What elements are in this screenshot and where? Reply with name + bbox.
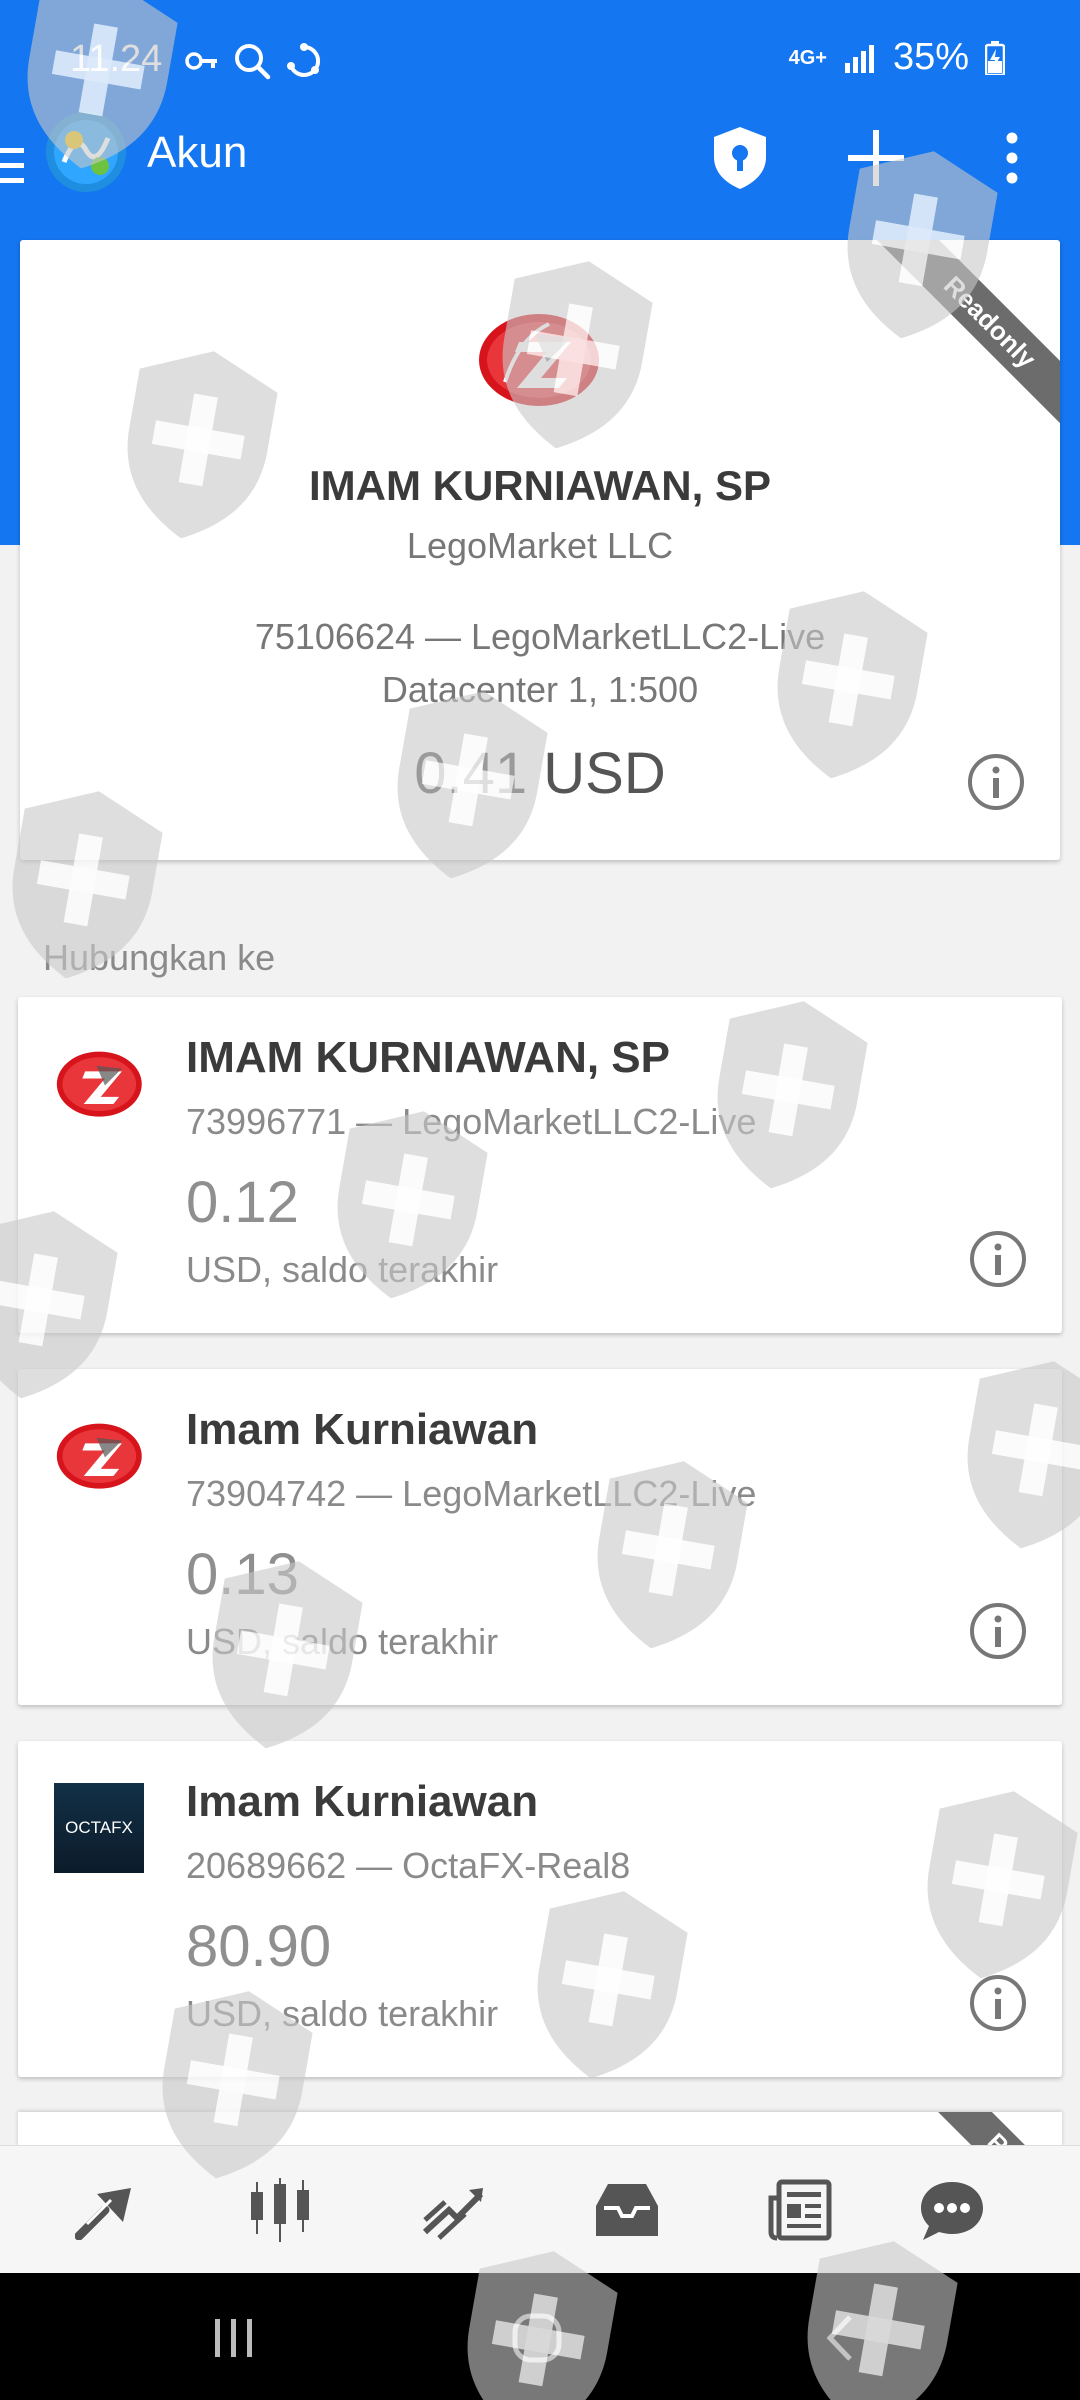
add-account-button[interactable] <box>836 118 916 198</box>
account-name: Imam Kurniawan <box>186 1777 539 1826</box>
status-bar: 11.24 4G+ 35% <box>0 0 1080 120</box>
quotes-tab[interactable] <box>68 2174 148 2246</box>
chat-tab[interactable] <box>912 2174 992 2246</box>
chat-icon <box>921 2182 983 2240</box>
trade-icon <box>422 2188 484 2240</box>
account-balance: 80.90 <box>186 1914 332 1979</box>
more-vert-icon <box>1006 132 1018 184</box>
news-icon <box>768 2179 832 2241</box>
battery-charging-icon <box>985 40 1005 75</box>
more-options-button[interactable] <box>972 118 1052 198</box>
app-bar: Akun <box>0 108 1080 228</box>
recent-apps-icon <box>215 2319 252 2357</box>
balance-caption: USD, saldo terakhir <box>186 1993 499 2034</box>
page-title: Akun <box>147 128 248 177</box>
account-number: 73904742 — LegoMarketLLC2-Live <box>186 1473 757 1514</box>
home-icon <box>512 2313 562 2363</box>
legomarket-logo <box>56 1423 142 1489</box>
bottom-toolbar <box>0 2145 1080 2274</box>
account-balance: 0.13 <box>186 1542 299 1607</box>
menu-icon[interactable] <box>0 136 30 196</box>
legomarket-logo <box>479 314 599 406</box>
account-balance: 0.41 USD <box>414 741 666 806</box>
status-time: 11.24 <box>70 38 163 80</box>
current-account-card[interactable]: Readonly IMAM KURNIAWAN, SP LegoMarket L… <box>20 240 1060 860</box>
signal-icon <box>844 44 874 73</box>
account-item[interactable]: OCTAFX Imam Kurniawan 20689662 — OctaFX-… <box>18 1741 1062 2077</box>
account-details: 75106624 — LegoMarketLLC2-Live Datacente… <box>20 610 1060 716</box>
account-number-server: 75106624 — LegoMarketLLC2-Live <box>254 616 826 657</box>
account-holder-name: IMAM KURNIAWAN, SP <box>309 462 771 509</box>
account-name: Imam Kurniawan <box>186 1405 539 1454</box>
vpn-key-icon <box>185 52 217 70</box>
status-right: 4G+ 35% <box>789 36 1005 79</box>
system-navigation-bar <box>0 2273 1080 2400</box>
news-tab[interactable] <box>760 2174 840 2246</box>
battery-percent: 35% <box>892 36 969 78</box>
balance-caption: USD, saldo terakhir <box>186 1249 499 1290</box>
shield-lock-icon <box>714 127 766 189</box>
history-icon <box>596 2184 658 2236</box>
account-name: IMAM KURNIAWAN, SP <box>186 1033 670 1082</box>
info-icon[interactable] <box>966 752 1026 812</box>
home-button[interactable] <box>497 2303 577 2373</box>
account-number: 73996771 — LegoMarketLLC2-Live <box>186 1101 757 1142</box>
readonly-ribbon: Readonly <box>875 240 1060 437</box>
account-item[interactable]: IMAM KURNIAWAN, SP 73996771 — LegoMarket… <box>18 997 1062 1333</box>
back-icon <box>826 2315 852 2361</box>
octafx-logo: OCTAFX <box>54 1783 144 1873</box>
metatrader-logo <box>46 112 126 192</box>
secure-connection-button[interactable] <box>700 118 780 198</box>
balance-caption: USD, saldo terakhir <box>186 1621 499 1662</box>
sync-icon <box>287 43 321 77</box>
info-icon[interactable] <box>968 1601 1028 1661</box>
recent-apps-button[interactable] <box>194 2303 274 2373</box>
connect-to-label: Hubungkan ke <box>43 937 276 978</box>
info-icon[interactable] <box>968 1229 1028 1289</box>
search-icon <box>235 44 271 80</box>
account-balance: 0.12 <box>186 1170 299 1235</box>
info-icon[interactable] <box>968 1973 1028 2033</box>
quotes-icon <box>75 2188 131 2240</box>
legomarket-logo <box>56 1051 142 1117</box>
network-type: 4G+ <box>788 46 827 69</box>
account-item[interactable]: Imam Kurniawan 73904742 — LegoMarketLLC2… <box>18 1369 1062 1705</box>
chart-icon <box>251 2178 309 2242</box>
status-notification-icons <box>185 42 323 80</box>
add-icon <box>848 130 904 186</box>
account-number: 20689662 — OctaFX-Real8 <box>186 1845 631 1886</box>
account-datacenter-leverage: Datacenter 1, 1:500 <box>381 669 699 710</box>
trade-tab[interactable] <box>414 2174 494 2246</box>
broker-company: LegoMarket LLC <box>406 525 674 566</box>
back-button[interactable] <box>800 2303 880 2373</box>
chart-tab[interactable] <box>240 2174 320 2246</box>
history-tab[interactable] <box>587 2174 667 2246</box>
